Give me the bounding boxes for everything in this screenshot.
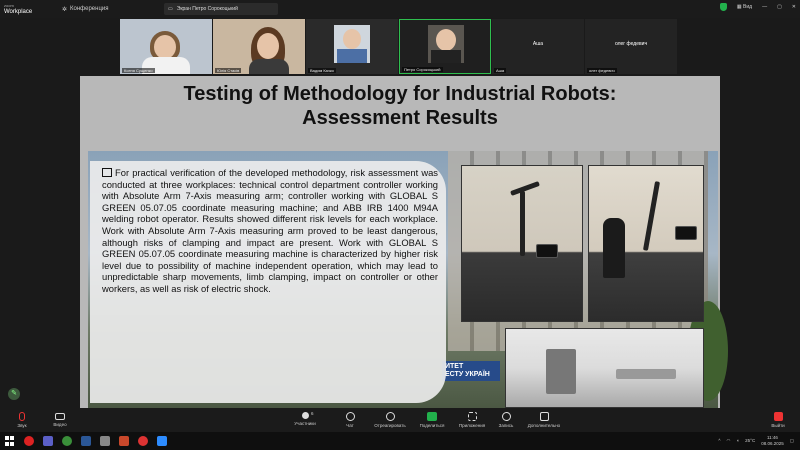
participant-center-name: олег федевич	[614, 41, 648, 47]
temperature-readout: 25°C	[745, 438, 756, 443]
sign-line1: ИТЕТ	[445, 363, 464, 370]
shared-slide: Testing of Methodology for Industrial Ro…	[80, 76, 728, 408]
slide-title-line2: Assessment Results	[302, 107, 498, 129]
volume-icon[interactable]: ◖	[736, 438, 739, 443]
participant-name: Аша	[494, 68, 507, 73]
share-screen-icon	[427, 412, 437, 421]
apps-label: Приложения	[458, 423, 486, 428]
slide-title-line1: Testing of Methodology for Industrial Ro…	[183, 83, 617, 105]
conference-label: Конференция	[70, 6, 109, 12]
mic-label: Звук	[17, 423, 27, 428]
screen-icon: ▭	[168, 6, 173, 12]
heart-icon	[385, 412, 395, 421]
participant-strip: Ксеня Сущенко Юлія Стасів Вадим Качко Пе…	[120, 19, 680, 74]
participants-button[interactable]: Участники 6	[285, 411, 325, 426]
shield-icon	[719, 3, 727, 11]
participants-label: Участники	[294, 421, 316, 426]
powerpoint-icon[interactable]	[119, 436, 129, 446]
opera-icon[interactable]	[24, 436, 34, 446]
reactions-button[interactable]: Отреагировать	[370, 412, 410, 428]
slide-text-box: For practical verification of the develo…	[90, 161, 446, 403]
participant-tile[interactable]: Аша Аша	[492, 19, 584, 74]
window-topbar: zoom Workplace ✲ Конференция	[0, 0, 800, 18]
leave-icon	[773, 412, 783, 421]
chat-icon	[345, 412, 355, 421]
topbar-right: ▦ Вид — ▢ ✕	[719, 3, 796, 11]
participant-name: Юлія Стасів	[215, 68, 242, 73]
screen-share-label: Экран Петро Сорокоцький	[176, 6, 238, 12]
brand-name: Workplace	[4, 9, 33, 15]
chevron-up-icon[interactable]: ^	[718, 438, 720, 443]
video-label: Видео	[53, 422, 67, 427]
more-button[interactable]: Дополнительно	[524, 412, 564, 428]
windows-start-icon[interactable]	[5, 436, 15, 446]
record-button[interactable]: Запись	[486, 412, 526, 428]
close-icon[interactable]: ✕	[792, 4, 796, 10]
notification-icon[interactable]: ▢	[790, 438, 794, 444]
os-taskbar: ^ ◠ ◖ 25°C 11:46 08.06.2025 ▢	[0, 432, 800, 450]
teams-icon[interactable]	[43, 436, 53, 446]
participant-tile[interactable]: Вадим Качко	[306, 19, 398, 74]
participant-center-name: Аша	[532, 41, 544, 47]
minimize-icon[interactable]: —	[762, 4, 767, 10]
mic-button[interactable]: Звук	[2, 412, 42, 428]
more-icon	[539, 412, 549, 421]
participant-tile[interactable]: олег федевич олег федевич	[585, 19, 677, 74]
participants-count: 6	[311, 411, 314, 416]
participant-tile-active[interactable]: Петро Сорокоцький	[399, 19, 491, 74]
camera-icon	[55, 413, 65, 420]
leave-label: Выйти	[771, 423, 785, 428]
checkbox-bullet-icon	[102, 168, 112, 177]
reactions-label: Отреагировать	[374, 423, 406, 428]
network-icon[interactable]: ◠	[726, 438, 730, 444]
chrome-icon[interactable]	[62, 436, 72, 446]
chat-label: Чат	[346, 423, 354, 428]
clock-date: 08.06.2025	[761, 440, 784, 446]
yandex-icon[interactable]	[138, 436, 148, 446]
participant-tile[interactable]: Ксеня Сущенко	[120, 19, 212, 74]
gear-icon: ✲	[62, 6, 68, 13]
view-label: Вид	[743, 4, 753, 10]
maximize-icon[interactable]: ▢	[777, 4, 782, 10]
university-sign: ИТЕТ ЕСТУ УКРАЇН	[442, 361, 500, 381]
participant-name: Ксеня Сущенко	[122, 68, 155, 73]
share-label: Поделиться	[419, 423, 445, 428]
sign-line2: ЕСТУ УКРАЇН	[445, 371, 490, 378]
participant-name: олег федевич	[587, 68, 617, 73]
app-brand: zoom Workplace	[0, 3, 40, 15]
file-explorer-icon[interactable]	[100, 436, 110, 446]
zoom-taskbar-icon[interactable]	[157, 436, 167, 446]
photo-controller-workplace	[588, 165, 704, 322]
chat-button[interactable]: Чат	[330, 412, 370, 428]
participant-name: Вадим Качко	[308, 68, 336, 73]
word-icon[interactable]	[81, 436, 91, 446]
photo-measuring-arm	[461, 165, 583, 322]
participant-tile[interactable]: Юлія Стасів	[213, 19, 305, 74]
screen-share-pill[interactable]: ▭ Экран Петро Сорокоцький	[164, 3, 278, 15]
view-button[interactable]: ▦ Вид	[737, 4, 752, 10]
apps-icon	[467, 412, 477, 421]
leave-button[interactable]: Выйти	[758, 412, 798, 428]
microphone-muted-icon	[19, 412, 25, 421]
conference-menu[interactable]: ✲ Конференция	[62, 6, 108, 13]
more-label: Дополнительно	[527, 423, 561, 428]
photo-coordinate-machine	[505, 328, 704, 408]
share-button[interactable]: Поделиться	[412, 412, 452, 428]
record-label: Запись	[498, 423, 514, 428]
slide-title: Testing of Methodology for Industrial Ro…	[80, 82, 720, 130]
record-icon	[501, 412, 511, 421]
meeting-toolbar: Звук Видео Участники 6 Чат Отреагировать…	[0, 410, 800, 432]
slide-body-text: For practical verification of the develo…	[102, 167, 438, 294]
system-tray: ^ ◠ ◖ 25°C 11:46 08.06.2025 ▢	[718, 435, 794, 446]
edit-pen-icon[interactable]: ✎	[8, 388, 20, 400]
video-button[interactable]: Видео	[40, 412, 80, 427]
participant-name: Петро Сорокоцький	[402, 67, 443, 72]
participants-icon	[301, 412, 309, 419]
clock[interactable]: 11:46 08.06.2025	[761, 435, 784, 446]
